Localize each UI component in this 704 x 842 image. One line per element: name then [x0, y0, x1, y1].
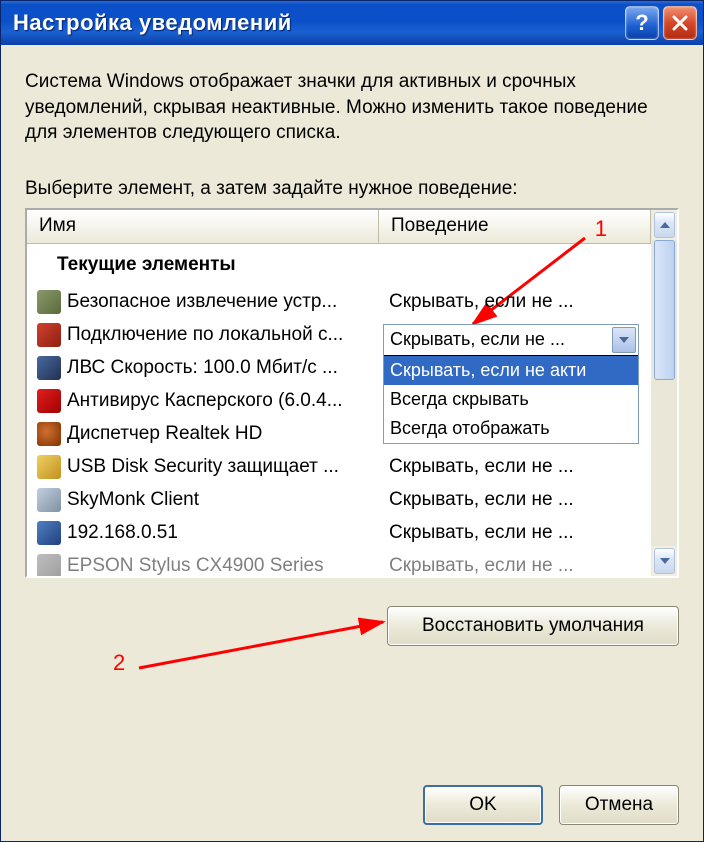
restore-defaults-button[interactable]: Восстановить умолчания — [387, 606, 679, 646]
lan-connection-icon — [37, 323, 61, 347]
ok-button[interactable]: OK — [423, 785, 543, 825]
list-item[interactable]: Безопасное извлечение устр... Скрывать, … — [27, 286, 651, 319]
item-name: 192.168.0.51 — [67, 522, 379, 544]
list-item[interactable]: EPSON Stylus CX4900 Series Скрывать, есл… — [27, 550, 651, 576]
network-pc-icon — [37, 521, 61, 545]
item-name: Антивирус Касперского (6.0.4... — [67, 390, 379, 412]
item-behavior[interactable]: Скрывать, если не ... — [379, 522, 651, 544]
behavior-dropdown[interactable]: Скрывать, если не ... Скрывать, если не … — [383, 324, 639, 444]
scrollbar-thumb[interactable] — [654, 240, 675, 380]
window-title: Настройка уведомлений — [13, 10, 621, 36]
list-item[interactable]: 192.168.0.51 Скрывать, если не ... — [27, 517, 651, 550]
vertical-scrollbar[interactable] — [651, 210, 677, 576]
instruction-text: Выберите элемент, а затем задайте нужное… — [25, 178, 679, 200]
list-item[interactable]: USB Disk Security защищает ... Скрывать,… — [27, 451, 651, 484]
item-behavior[interactable]: Скрывать, если не ... — [379, 489, 651, 511]
usb-security-icon — [37, 455, 61, 479]
cancel-button[interactable]: Отмена — [559, 785, 679, 825]
chevron-down-icon — [660, 558, 670, 564]
dropdown-option[interactable]: Скрывать, если не акти — [384, 356, 638, 385]
item-name: Подключение по локальной с... — [67, 324, 379, 346]
epson-printer-icon — [37, 554, 61, 576]
realtek-hd-icon — [37, 422, 61, 446]
column-headers: Имя Поведение 1 — [27, 210, 651, 244]
item-behavior[interactable]: Скрывать, если не ... — [379, 555, 651, 576]
list-item[interactable]: SkyMonk Client Скрывать, если не ... — [27, 484, 651, 517]
dialog-footer: OK Отмена — [25, 745, 679, 825]
skymonk-icon — [37, 488, 61, 512]
close-icon — [672, 15, 688, 31]
description-text: Система Windows отображает значки для ак… — [25, 69, 679, 146]
dropdown-selected[interactable]: Скрывать, если не ... — [384, 325, 638, 355]
section-current-label: Текущие элементы — [27, 244, 651, 286]
help-button[interactable]: ? — [625, 6, 659, 40]
safely-remove-icon — [37, 290, 61, 314]
chevron-up-icon — [660, 222, 670, 228]
dropdown-selected-text: Скрывать, если не ... — [390, 329, 565, 350]
item-name: Безопасное извлечение устр... — [67, 291, 379, 313]
scrollbar-track[interactable] — [652, 240, 677, 546]
list-rows: Текущие элементы Безопасное извлечение у… — [27, 244, 651, 576]
dialog-content: Система Windows отображает значки для ак… — [1, 45, 703, 841]
item-behavior[interactable]: Скрывать, если не ... — [379, 291, 651, 313]
column-header-behavior[interactable]: Поведение — [379, 210, 651, 243]
kaspersky-icon — [37, 389, 61, 413]
title-bar: Настройка уведомлений ? — [1, 1, 703, 45]
dropdown-list: Скрывать, если не акти Всегда скрывать В… — [384, 355, 638, 443]
lan-speed-icon — [37, 356, 61, 380]
column-header-name[interactable]: Имя — [27, 210, 379, 243]
annotation-2-label: 2 — [113, 650, 125, 676]
dropdown-arrow-button[interactable] — [612, 327, 636, 353]
dropdown-option[interactable]: Всегда отображать — [384, 414, 638, 443]
item-name: SkyMonk Client — [67, 489, 379, 511]
annotation-arrow-2 — [135, 606, 395, 676]
item-name: ЛВС Скорость: 100.0 Мбит/с ... — [67, 357, 379, 379]
chevron-down-icon — [619, 337, 629, 343]
close-button[interactable] — [663, 6, 697, 40]
list-columns: Имя Поведение 1 Текущие элементы Безопас… — [27, 210, 651, 576]
dropdown-option[interactable]: Всегда скрывать — [384, 385, 638, 414]
notification-list: Имя Поведение 1 Текущие элементы Безопас… — [25, 208, 679, 578]
dialog-window: Настройка уведомлений ? Система Windows … — [0, 0, 704, 842]
item-name: Диспетчер Realtek HD — [67, 423, 379, 445]
scroll-down-button[interactable] — [654, 548, 675, 574]
restore-row: Восстановить умолчания 2 — [25, 606, 679, 650]
item-name: USB Disk Security защищает ... — [67, 456, 379, 478]
item-name: EPSON Stylus CX4900 Series — [67, 555, 379, 576]
scroll-up-button[interactable] — [654, 212, 675, 238]
annotation-1-label: 1 — [595, 216, 607, 242]
item-behavior[interactable]: Скрывать, если не ... — [379, 456, 651, 478]
